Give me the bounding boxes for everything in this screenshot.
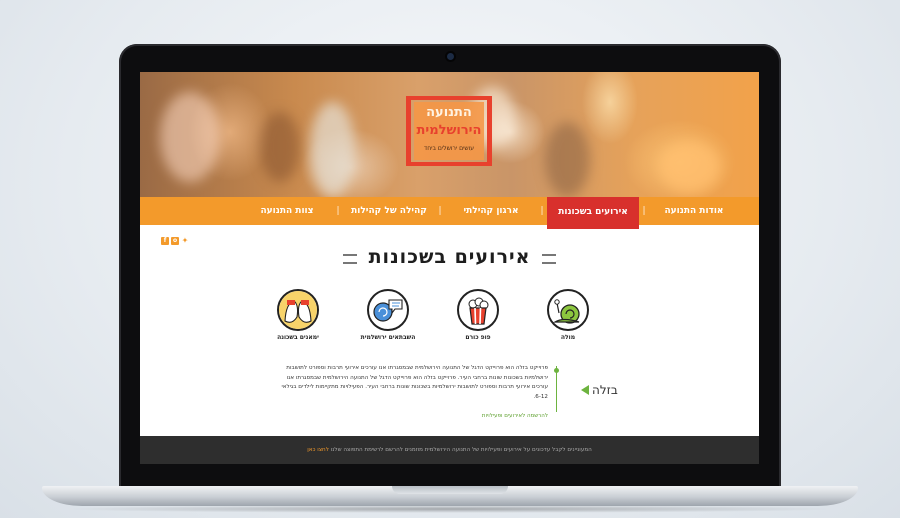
site-logo[interactable]: התנועה הירושלמית עושים ירושלים ביחד <box>406 96 492 166</box>
divider-dot <box>554 368 559 373</box>
nav-separator: | <box>336 206 340 216</box>
nav-item-community-org[interactable]: ארגון קהילתי <box>445 197 537 225</box>
facebook-icon[interactable]: f <box>161 237 169 245</box>
nav-separator: | <box>438 206 442 216</box>
laptop-shadow <box>60 505 840 513</box>
nav-item-events[interactable]: אירועים בשכונות <box>547 197 639 229</box>
nav-item-team[interactable]: צוות התנועה <box>241 197 333 225</box>
webcam <box>447 53 454 60</box>
category-people[interactable]: ימאנים בשכונה <box>265 289 331 341</box>
popcorn-icon <box>457 289 499 331</box>
title-decoration <box>541 253 556 264</box>
page-title-wrap: אירועים בשכונות <box>140 246 759 268</box>
nav-item-about[interactable]: אודות התנועה <box>649 197 739 225</box>
twitter-icon[interactable]: ✦ <box>181 237 189 245</box>
page-title: אירועים בשכונות <box>368 246 531 268</box>
category-label: ימאנים בשכונה <box>277 334 319 341</box>
website-screen: התנועה הירושלמית עושים ירושלים ביחד אודו… <box>140 72 759 464</box>
category-label: מולה <box>560 334 576 341</box>
description-text: פרוייקט בזלה הוא פרוייקט הדגל של התנועה … <box>281 365 548 400</box>
main-nav: אודות התנועה | אירועים בשכונות | ארגון ק… <box>140 197 759 229</box>
title-decoration <box>343 253 358 264</box>
laptop-notch <box>392 486 508 494</box>
nav-separator: | <box>540 206 544 216</box>
category-popcorn[interactable]: פופ כורם <box>445 289 511 341</box>
hero-banner: התנועה הירושלמית עושים ירושלים ביחד <box>140 72 759 197</box>
nav-item-communities[interactable]: קהילה של קהילות <box>343 197 435 225</box>
more-link[interactable]: להרשמה לאירועים ופעילויות <box>276 412 548 422</box>
speech-bubbles-icon <box>367 289 409 331</box>
instagram-icon[interactable]: o <box>171 237 179 245</box>
category-label: השבתאים ירושלמית <box>360 334 416 341</box>
logo-line-2: הירושלמית <box>416 123 482 138</box>
social-links: f o ✦ <box>161 237 189 245</box>
people-faces-icon <box>277 289 319 331</box>
category-speech[interactable]: השבתאים ירושלמית <box>355 289 421 341</box>
selected-arrow-icon <box>581 385 589 395</box>
selected-category-name: בזלה <box>592 383 618 397</box>
description-block: פרוייקט בזלה הוא פרוייקט הדגל של התנועה … <box>276 364 548 422</box>
footer-text: המעוניינים לקבל עדכונים על אירועים ופעיל… <box>330 447 592 453</box>
category-icons: מולה פופ כורם השבתאים ירושלמית ימאנים בש… <box>270 289 620 349</box>
footer-bar: המעוניינים לקבל עדכונים על אירועים ופעיל… <box>140 436 759 464</box>
category-label: פופ כורם <box>465 334 491 341</box>
snail-icon <box>547 289 589 331</box>
category-snail[interactable]: מולה <box>535 289 601 341</box>
logo-line-1: התנועה <box>426 105 472 120</box>
logo-tagline: עושים ירושלים ביחד <box>423 145 475 152</box>
nav-separator: | <box>642 206 646 216</box>
footer-link[interactable]: לחצו כאן <box>307 447 329 453</box>
